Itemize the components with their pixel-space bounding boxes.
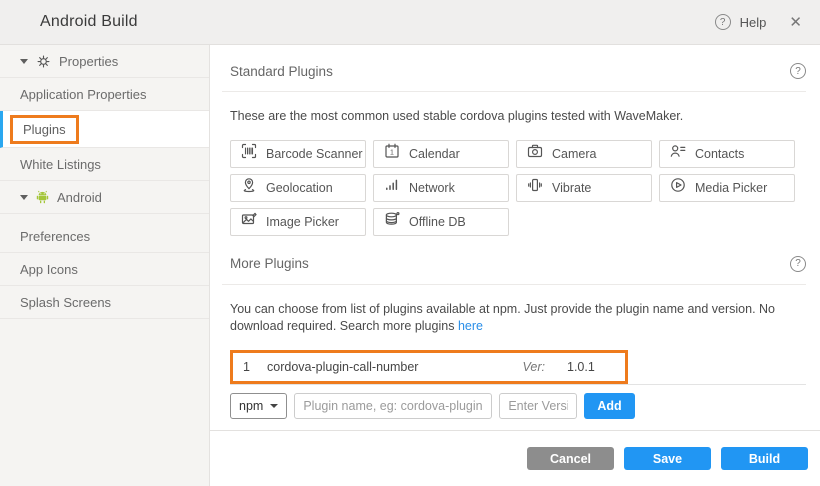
add-plugin-button[interactable]: Add — [584, 393, 634, 419]
dialog-title: Android Build — [40, 13, 138, 31]
calendar-icon: 1 — [384, 143, 400, 164]
annotation-highlight-box: Plugins — [10, 115, 79, 144]
sidebar-item-plugins[interactable]: Plugins — [0, 111, 209, 148]
geolocation-icon — [241, 177, 257, 198]
plugin-button-geolocation[interactable]: Geolocation — [230, 174, 366, 202]
add-plugin-form: npm Add — [230, 393, 806, 419]
plugin-button-barcode-scanner[interactable]: Barcode Scanner — [230, 140, 366, 168]
caret-down-icon — [20, 59, 28, 64]
sidebar-item-application-properties[interactable]: Application Properties — [0, 78, 209, 111]
close-icon[interactable]: ✕ — [789, 13, 802, 31]
plugin-button-media-picker[interactable]: Media Picker — [659, 174, 795, 202]
sidebar-item-label: Application Properties — [20, 87, 146, 102]
media-picker-icon — [670, 177, 686, 198]
image-picker-icon — [241, 211, 257, 232]
more-plugins-description: You can choose from list of plugins avai… — [230, 301, 806, 336]
sidebar-item-label: Splash Screens — [20, 295, 111, 310]
plugin-button-label: Network — [409, 181, 455, 195]
sidebar-group-android[interactable]: Android — [0, 181, 209, 214]
plugin-button-label: Calendar — [409, 147, 460, 161]
plugin-button-label: Contacts — [695, 147, 744, 161]
plugin-row-version: 1.0.1 — [567, 360, 625, 374]
standard-plugins-grid: Barcode Scanner 1 Calendar — [230, 140, 805, 236]
plugin-row-index: 1 — [233, 360, 267, 374]
help-link[interactable]: Help — [740, 15, 767, 30]
content-panel: Standard Plugins ? These are the most co… — [210, 45, 820, 486]
sidebar-item-label: White Listings — [20, 157, 101, 172]
plugin-name-input[interactable] — [294, 393, 492, 419]
plugin-button-network[interactable]: Network — [373, 174, 509, 202]
plugin-button-label: Geolocation — [266, 181, 333, 195]
cancel-button[interactable]: Cancel — [527, 447, 614, 470]
plugin-button-offline-db[interactable]: Offline DB — [373, 208, 509, 236]
plugin-button-calendar[interactable]: 1 Calendar — [373, 140, 509, 168]
plugin-button-label: Offline DB — [409, 215, 466, 229]
plugin-row-ver-label: Ver: — [523, 360, 545, 374]
sidebar-item-label: Android — [57, 190, 102, 205]
plugin-button-image-picker[interactable]: Image Picker — [230, 208, 366, 236]
search-plugins-link[interactable]: here — [458, 319, 483, 333]
plugins-table: 1 cordova-plugin-call-number Ver: 1.0.1 — [230, 350, 806, 385]
camera-icon — [527, 143, 543, 164]
caret-down-icon — [20, 195, 28, 200]
standard-plugins-header: Standard Plugins ? — [222, 55, 806, 92]
standard-plugins-help-icon[interactable]: ? — [790, 63, 806, 79]
sidebar-item-app-icons[interactable]: App Icons — [0, 253, 209, 286]
dialog-footer: Cancel Save Build — [210, 430, 820, 486]
titlebar: Android Build ? Help ✕ — [0, 0, 820, 45]
offline-db-icon — [384, 211, 400, 232]
save-button[interactable]: Save — [624, 447, 711, 470]
contacts-icon — [670, 143, 686, 164]
plugin-source-value: npm — [239, 399, 263, 413]
sidebar-item-preferences[interactable]: Preferences — [0, 220, 209, 253]
plugin-button-label: Media Picker — [695, 181, 767, 195]
plugin-table-row: 1 cordova-plugin-call-number Ver: 1.0.1 — [230, 350, 628, 384]
sidebar-group-properties[interactable]: Properties — [0, 45, 209, 78]
sidebar-item-label: Properties — [59, 54, 118, 69]
plugin-version-input[interactable] — [499, 393, 577, 419]
build-button[interactable]: Build — [721, 447, 808, 470]
android-build-dialog: Android Build ? Help ✕ Properties Applic… — [0, 0, 820, 486]
more-plugins-header: More Plugins ? — [222, 248, 806, 285]
plugin-button-contacts[interactable]: Contacts — [659, 140, 795, 168]
more-plugins-help-icon[interactable]: ? — [790, 256, 806, 272]
barcode-scanner-icon — [241, 143, 257, 164]
more-plugins-description-text: You can choose from list of plugins avai… — [230, 302, 775, 334]
standard-plugins-description: These are the most common used stable co… — [230, 108, 806, 126]
sidebar-item-label: Preferences — [20, 229, 90, 244]
plugin-source-select[interactable]: npm — [230, 393, 287, 419]
plugin-button-label: Barcode Scanner — [266, 147, 363, 161]
standard-plugins-title: Standard Plugins — [230, 64, 333, 79]
more-plugins-title: More Plugins — [230, 256, 309, 271]
caret-down-icon — [270, 404, 278, 408]
plugin-button-camera[interactable]: Camera — [516, 140, 652, 168]
sidebar-item-label: App Icons — [20, 262, 78, 277]
network-icon — [384, 177, 400, 198]
svg-text:1: 1 — [390, 150, 394, 157]
android-icon — [36, 190, 49, 204]
plugin-row-name: cordova-plugin-call-number — [267, 360, 523, 374]
sidebar-item-label: Plugins — [23, 122, 66, 137]
plugin-button-label: Vibrate — [552, 181, 591, 195]
plugin-button-label: Image Picker — [266, 215, 339, 229]
sidebar-item-white-listings[interactable]: White Listings — [0, 148, 209, 181]
gear-icon — [36, 54, 51, 69]
vibrate-icon — [527, 177, 543, 198]
plugin-button-label: Camera — [552, 147, 596, 161]
sidebar-item-splash-screens[interactable]: Splash Screens — [0, 286, 209, 319]
sidebar: Properties Application Properties Plugin… — [0, 45, 210, 486]
plugin-button-vibrate[interactable]: Vibrate — [516, 174, 652, 202]
help-icon[interactable]: ? — [715, 14, 731, 30]
